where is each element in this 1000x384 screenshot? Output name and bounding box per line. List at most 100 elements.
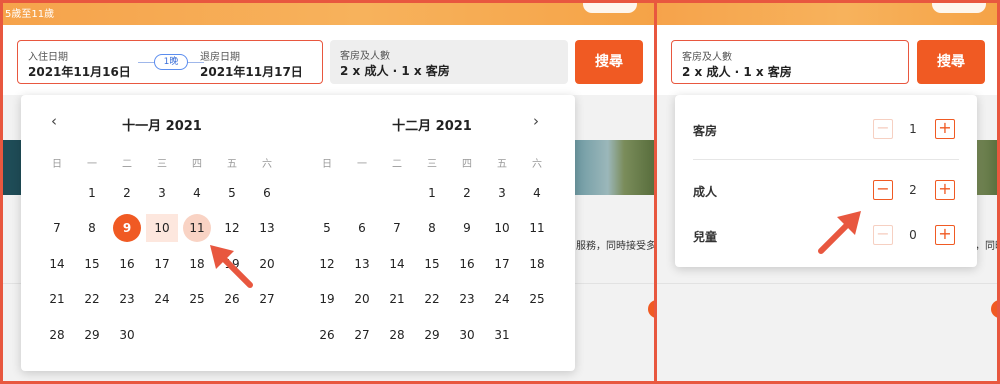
calendar-day-dec[interactable]: 4 <box>521 179 553 207</box>
calendar-day-dec[interactable]: 2 <box>451 179 483 207</box>
calendar-day-nov[interactable]: 7 <box>41 214 73 242</box>
calendar-day-nov[interactable]: 23 <box>111 285 143 313</box>
calendar-day-dec[interactable]: 30 <box>451 321 483 349</box>
guests-label: 客房及人數 <box>340 51 390 62</box>
weekday-label: 六 <box>262 159 272 170</box>
rooms-plus-button[interactable]: + <box>935 119 955 139</box>
calendar-day-dec[interactable]: 19 <box>311 285 343 313</box>
annotation-arrow-icon-right <box>818 211 861 254</box>
calendar-day-dec[interactable]: 13 <box>346 250 378 278</box>
calendar-day-dec[interactable]: 7 <box>381 214 413 242</box>
top-banner: 5歲至11歲 <box>3 3 654 25</box>
hotel-photo-edge <box>975 140 997 195</box>
calendar-day-nov[interactable]: 21 <box>41 285 73 313</box>
search-button-right[interactable]: 搜尋 <box>917 40 985 84</box>
weekday-label: 四 <box>192 159 202 170</box>
rooms-divider <box>693 159 959 160</box>
calendar-day-dec[interactable]: 31 <box>486 321 518 349</box>
calendar-day-nov[interactable]: 13 <box>251 214 283 242</box>
calendar-day-nov[interactable]: 16 <box>111 250 143 278</box>
hotel-description-snippet: 服務，同時接受多種 <box>576 241 657 252</box>
weekday-label: 一 <box>357 159 367 170</box>
calendar-day-dec[interactable]: 9 <box>451 214 483 242</box>
calendar-day-dec[interactable]: 5 <box>311 214 343 242</box>
calendar-day-nov[interactable]: 1 <box>76 179 108 207</box>
calendar-day-nov[interactable]: 17 <box>146 250 178 278</box>
calendar-day-nov[interactable]: 11 <box>183 214 211 243</box>
checkin-label: 入住日期 <box>28 52 68 63</box>
hotel-description-snippet-right: ，同時接受多 <box>975 241 997 252</box>
calendar-day-dec[interactable]: 21 <box>381 285 413 313</box>
calendar-day-nov[interactable]: 30 <box>111 321 143 349</box>
calendar-day-dec[interactable]: 22 <box>416 285 448 313</box>
calendar-day-dec[interactable]: 29 <box>416 321 448 349</box>
calendar-day-nov[interactable]: 14 <box>41 250 73 278</box>
weekday-label: 五 <box>227 159 237 170</box>
calendar-day-nov[interactable]: 9 <box>113 214 141 243</box>
calendar-day-dec[interactable]: 28 <box>381 321 413 349</box>
guests-field[interactable]: 客房及人數 2 x 成人 · 1 x 客房 <box>330 40 568 84</box>
calendar-day-nov[interactable]: 4 <box>181 179 213 207</box>
adults-minus-button[interactable]: − <box>873 180 893 200</box>
calendar-day-nov[interactable]: 29 <box>76 321 108 349</box>
chevron-left-icon[interactable]: ‹ <box>51 112 57 130</box>
guests-field-active[interactable]: 客房及人數 2 x 成人 · 1 x 客房 <box>671 40 909 84</box>
children-label: 兒童 <box>693 230 718 244</box>
weekday-label: 日 <box>52 159 62 170</box>
children-plus-button[interactable]: + <box>935 225 955 245</box>
search-button[interactable]: 搜尋 <box>575 40 643 84</box>
calendar-day-dec[interactable]: 17 <box>486 250 518 278</box>
checkout-label: 退房日期 <box>200 52 240 63</box>
calendar-day-dec[interactable]: 26 <box>311 321 343 349</box>
calendar-day-nov[interactable]: 3 <box>146 179 178 207</box>
children-count: 0 <box>909 228 917 242</box>
calendar-day-dec[interactable]: 20 <box>346 285 378 313</box>
calendar-day-dec[interactable]: 24 <box>486 285 518 313</box>
adults-plus-button[interactable]: + <box>935 180 955 200</box>
calendar-day-nov[interactable]: 15 <box>76 250 108 278</box>
calendar-day-dec[interactable]: 1 <box>416 179 448 207</box>
calendar-day-dec[interactable]: 6 <box>346 214 378 242</box>
calendar-day-nov[interactable]: 6 <box>251 179 283 207</box>
calendar-day-nov[interactable]: 5 <box>216 179 248 207</box>
screenshot-frame: 5歲至11歲 入住日期 2021年11月16日 1晚 退房日期 2021年11月… <box>0 0 1000 384</box>
calendar-day-nov[interactable]: 8 <box>76 214 108 242</box>
calendar-day-dec[interactable]: 16 <box>451 250 483 278</box>
banner-pill <box>583 3 637 13</box>
top-banner-right <box>657 3 997 25</box>
floating-action-icon-right[interactable] <box>991 300 997 318</box>
calendar-day-dec[interactable]: 23 <box>451 285 483 313</box>
calendar-day-dec[interactable]: 12 <box>311 250 343 278</box>
calendar-day-dec[interactable]: 3 <box>486 179 518 207</box>
calendar-day-nov[interactable]: 2 <box>111 179 143 207</box>
adults-count: 2 <box>909 183 917 197</box>
rooms-count: 1 <box>909 122 917 136</box>
weekday-label: 三 <box>157 159 167 170</box>
date-picker-panel: 5歲至11歲 入住日期 2021年11月16日 1晚 退房日期 2021年11月… <box>0 0 657 384</box>
guests-value: 2 x 成人 · 1 x 客房 <box>340 64 450 78</box>
banner-text: 5歲至11歲 <box>5 9 55 20</box>
calendar-day-dec[interactable]: 11 <box>521 214 553 242</box>
guests-value: 2 x 成人 · 1 x 客房 <box>682 65 792 79</box>
calendar-day-dec[interactable]: 18 <box>521 250 553 278</box>
children-minus-button[interactable]: − <box>873 225 893 245</box>
calendar-day-dec[interactable]: 25 <box>521 285 553 313</box>
date-range-field[interactable]: 入住日期 2021年11月16日 1晚 退房日期 2021年11月17日 <box>17 40 323 84</box>
weekday-label: 三 <box>427 159 437 170</box>
calendar-day-nov[interactable]: 10 <box>146 214 178 243</box>
month-title-december: 十二月 2021 <box>392 119 472 134</box>
calendar-day-dec[interactable]: 15 <box>416 250 448 278</box>
weekday-label: 四 <box>462 159 472 170</box>
calendar-day-nov[interactable]: 22 <box>76 285 108 313</box>
calendar-day-nov[interactable]: 28 <box>41 321 73 349</box>
calendar-day-dec[interactable]: 10 <box>486 214 518 242</box>
calendar-day-dec[interactable]: 27 <box>346 321 378 349</box>
calendar-day-nov[interactable]: 12 <box>216 214 248 242</box>
calendar-day-dec[interactable]: 14 <box>381 250 413 278</box>
weekday-label: 一 <box>87 159 97 170</box>
weekday-label: 五 <box>497 159 507 170</box>
calendar-day-dec[interactable]: 8 <box>416 214 448 242</box>
rooms-minus-button[interactable]: − <box>873 119 893 139</box>
calendar-day-nov[interactable]: 24 <box>146 285 178 313</box>
chevron-right-icon[interactable]: › <box>533 112 539 130</box>
